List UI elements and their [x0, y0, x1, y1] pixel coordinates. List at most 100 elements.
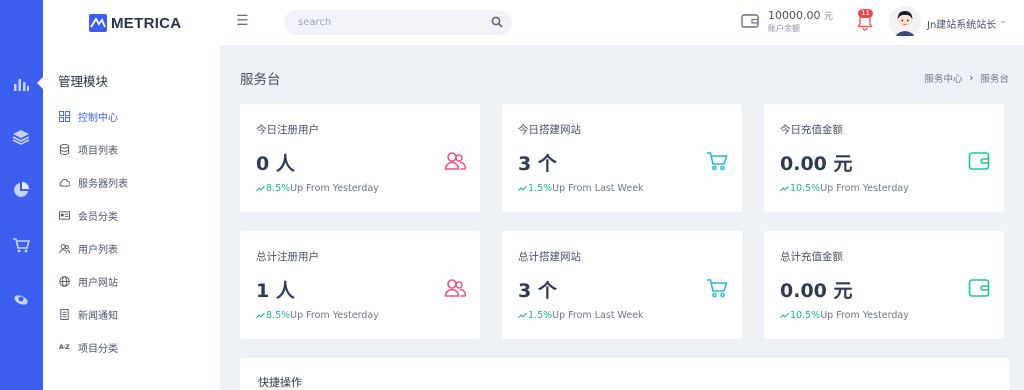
sidebar: METRICA 管理模块 控制中心 项目列表 服务器列表 会员分类 用户列表 用… — [43, 0, 220, 390]
cart-icon — [706, 151, 728, 171]
layers-icon[interactable] — [8, 124, 34, 150]
database-icon — [58, 144, 70, 156]
stat-card-today-users: 今日注册用户 0 人 8.5% Up From Yesterday — [240, 104, 480, 212]
sidebar-item-label: 控制中心 — [78, 113, 118, 124]
card-trend: 1.5% Up From Last Week — [518, 183, 644, 194]
stat-card-today-recharge: 今日充值金额 0.00 元 10.5% Up From Yesterday — [764, 104, 1004, 212]
trend-text: Up From Yesterday — [290, 183, 379, 194]
cart-icon — [706, 278, 728, 298]
sidebar-item-dashboard[interactable]: 控制中心 — [58, 100, 128, 133]
card-trend: 1.5% Up From Last Week — [518, 310, 644, 321]
icon-rail — [0, 0, 43, 390]
balance-amount: 10000.00 — [768, 9, 821, 22]
top-header: ☰ 10000.00 元 账户余额 11 Jn建站系统站长 ⌄ — [220, 0, 1024, 45]
trend-percent: 1.5% — [528, 310, 553, 321]
quick-actions-panel: 快捷操作 — [240, 358, 1009, 390]
pie-chart-icon[interactable] — [8, 177, 34, 203]
card-title: 总计充值金额 — [780, 251, 843, 263]
card-title: 今日注册用户 — [256, 124, 319, 136]
sidebar-item-label: 新闻通知 — [78, 311, 118, 322]
module-title: 管理模块 — [58, 74, 109, 89]
trend-percent: 10.5% — [790, 310, 821, 321]
bar-chart-icon[interactable] — [8, 71, 34, 97]
trend-up-icon — [256, 185, 265, 192]
search-box — [284, 10, 512, 35]
card-value: 0.00 元 — [780, 153, 853, 175]
card-trend: 10.5% Up From Yesterday — [780, 310, 909, 321]
trend-text: Up From Last Week — [552, 183, 644, 194]
wallet-icon — [968, 151, 990, 171]
card-value: 1 人 — [256, 280, 295, 302]
sidebar-item-users[interactable]: 用户列表 — [58, 232, 128, 265]
trend-up-icon — [518, 185, 527, 192]
brand-name: METRICA — [111, 14, 182, 32]
cart-icon[interactable] — [8, 232, 34, 258]
sidebar-item-news[interactable]: 新闻通知 — [58, 298, 128, 331]
wallet-icon[interactable] — [741, 12, 759, 30]
trend-percent: 10.5% — [790, 183, 821, 194]
cloud-icon — [58, 177, 70, 189]
breadcrumb-item-current: 服务台 — [980, 74, 1009, 85]
sidebar-item-label: 用户网站 — [78, 278, 118, 289]
brand[interactable]: METRICA — [89, 12, 181, 34]
az-sort-icon: A-Z — [59, 344, 69, 351]
stat-card-today-sites: 今日搭建网站 3 个 1.5% Up From Last Week — [502, 104, 742, 212]
stat-card-total-users: 总计注册用户 1 人 8.5% Up From Yesterday — [240, 231, 480, 339]
stat-card-total-recharge: 总计充值金额 0.00 元 10.5% Up From Yesterday — [764, 231, 1004, 339]
balance-label: 账户余额 — [768, 24, 800, 33]
card-value: 3 个 — [518, 153, 557, 175]
quick-actions-title: 快捷操作 — [258, 376, 302, 389]
balance-unit: 元 — [824, 12, 834, 22]
card-title: 今日搭建网站 — [518, 124, 581, 136]
dashboard-grid-icon — [58, 111, 70, 123]
stat-card-total-sites: 总计搭建网站 3 个 1.5% Up From Last Week — [502, 231, 742, 339]
trend-text: Up From Yesterday — [820, 183, 909, 194]
breadcrumb-item-service-center[interactable]: 服务中心 — [924, 71, 962, 85]
document-icon — [58, 309, 70, 321]
card-trend: 8.5% Up From Yesterday — [256, 183, 379, 194]
brand-logo-icon — [89, 14, 107, 32]
card-value: 3 个 — [518, 280, 557, 302]
sidebar-item-projects[interactable]: 项目列表 — [58, 133, 128, 166]
trend-percent: 1.5% — [528, 183, 553, 194]
sidebar-item-label: 服务器列表 — [78, 179, 128, 190]
trend-up-icon — [518, 312, 527, 319]
card-trend: 8.5% Up From Yesterday — [256, 310, 379, 321]
sidebar-item-label: 会员分类 — [78, 212, 118, 223]
sidebar-menu: 控制中心 项目列表 服务器列表 会员分类 用户列表 用户网站 新闻通知 A-Z … — [58, 100, 128, 364]
breadcrumb: 服务中心 › 服务台 — [924, 71, 1009, 86]
globe-icon — [58, 276, 70, 288]
menu-toggle-icon[interactable]: ☰ — [236, 13, 250, 29]
sidebar-item-label: 用户列表 — [78, 245, 118, 256]
sidebar-item-user-sites[interactable]: 用户网站 — [58, 265, 128, 298]
users-icon — [444, 278, 466, 298]
card-trend: 10.5% Up From Yesterday — [780, 183, 909, 194]
search-input[interactable] — [298, 15, 478, 30]
trend-up-icon — [256, 312, 265, 319]
users-icon — [58, 243, 70, 255]
breadcrumb-separator: › — [969, 72, 974, 84]
chevron-down-icon[interactable]: ⌄ — [1000, 16, 1007, 25]
sidebar-item-label: 项目列表 — [78, 146, 118, 157]
card-value: 0 人 — [256, 153, 295, 175]
user-avatar-icon — [889, 6, 921, 38]
sidebar-item-project-categories[interactable]: A-Z 项目分类 — [58, 331, 128, 364]
account-balance: 10000.00 元 账户余额 — [768, 9, 833, 34]
trend-text: Up From Yesterday — [290, 310, 379, 321]
card-title: 总计搭建网站 — [518, 251, 581, 263]
trend-text: Up From Last Week — [552, 310, 644, 321]
wallet-icon — [968, 278, 990, 298]
avatar[interactable] — [889, 6, 921, 38]
trend-text: Up From Yesterday — [820, 310, 909, 321]
trend-up-icon — [780, 312, 789, 319]
satellite-icon[interactable] — [8, 286, 34, 312]
search-icon[interactable] — [491, 16, 503, 28]
notification-badge: 11 — [858, 9, 873, 18]
sidebar-item-servers[interactable]: 服务器列表 — [58, 166, 128, 199]
users-icon — [444, 151, 466, 171]
sidebar-item-member-categories[interactable]: 会员分类 — [58, 199, 128, 232]
notification-bell[interactable]: 11 — [856, 9, 874, 31]
card-value: 0.00 元 — [780, 280, 853, 302]
page-title: 服务台 — [240, 72, 281, 88]
user-name[interactable]: Jn建站系统站长 — [927, 16, 996, 31]
